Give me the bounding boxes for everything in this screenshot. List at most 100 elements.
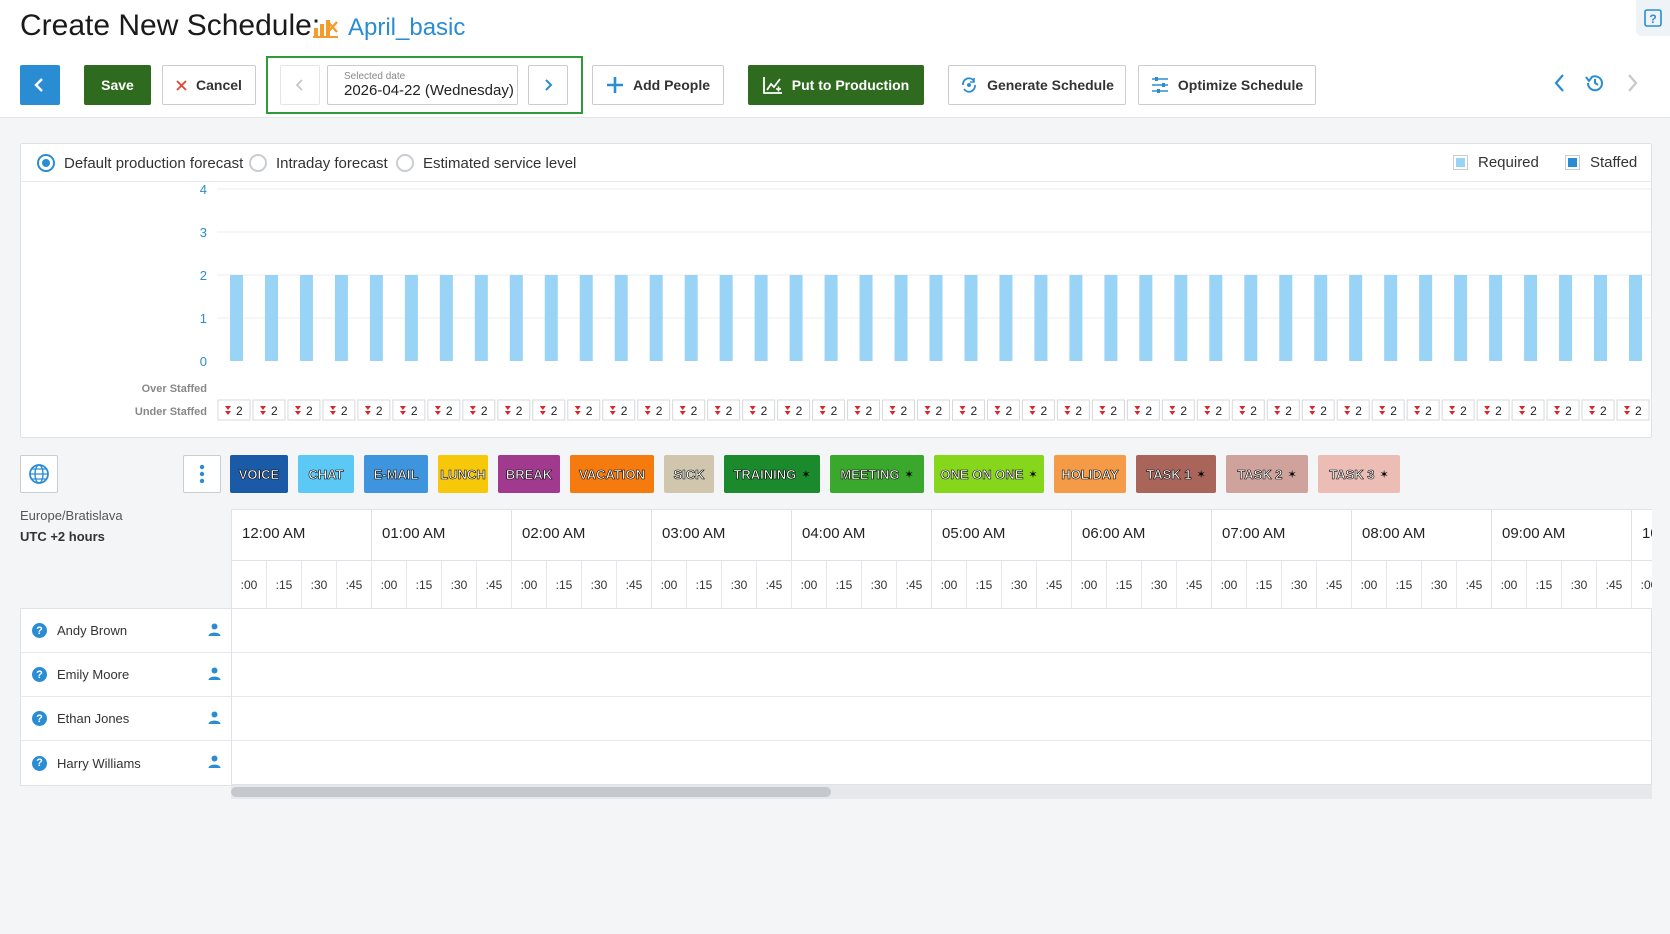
- question-badge-icon[interactable]: ?: [32, 667, 47, 682]
- help-button[interactable]: ?: [1636, 0, 1670, 36]
- activity-chip-lunch[interactable]: LUNCH: [438, 455, 488, 493]
- more-options-button[interactable]: [183, 455, 221, 493]
- put-to-production-button[interactable]: Put to Production: [748, 65, 924, 105]
- activity-chip-meeting[interactable]: MEETING ✶: [830, 455, 924, 493]
- required-bar: [439, 275, 453, 361]
- scrollbar-thumb[interactable]: [231, 787, 831, 797]
- radio-estimated-service-level[interactable]: Estimated service level: [396, 154, 576, 172]
- add-people-button[interactable]: Add People: [592, 65, 724, 105]
- timezone-offset: UTC +2 hours: [20, 529, 105, 544]
- under-staffed-cell: [1511, 399, 1545, 421]
- selected-date-field[interactable]: Selected date 2026-04-22 (Wednesday): [327, 65, 518, 105]
- legend-required-label: Required: [1478, 154, 1539, 171]
- under-staffed-cell: [1126, 399, 1160, 421]
- under-staffed-value: 2: [901, 404, 908, 418]
- activity-chip-training[interactable]: TRAINING ✶: [724, 455, 820, 493]
- horizontal-scrollbar[interactable]: [231, 785, 1652, 799]
- quarter-label: :30: [582, 561, 617, 608]
- hour-label: 02:00 AM: [512, 510, 652, 561]
- activity-label: TASK 1: [1146, 466, 1192, 482]
- under-staffed-value: 2: [1530, 404, 1537, 418]
- activity-chip-vacation[interactable]: VACATION: [570, 455, 654, 493]
- under-staffed-value: 2: [1390, 404, 1397, 418]
- under-staffed-cell: [1231, 399, 1265, 421]
- person-icon[interactable]: [208, 711, 221, 724]
- activity-chip-sick[interactable]: SICK: [664, 455, 714, 493]
- people-list: ? Andy Brown? Emily Moore? Ethan Jones? Harr…: [20, 608, 232, 786]
- cancel-button[interactable]: Cancel: [162, 65, 256, 105]
- required-bar: [754, 275, 768, 361]
- grid-row[interactable]: [232, 653, 1651, 697]
- person-row[interactable]: ? Emily Moore: [21, 653, 232, 697]
- hour-label: 01:00 AM: [372, 510, 512, 561]
- quarter-label: :00: [512, 561, 547, 608]
- schedule-grid[interactable]: [231, 608, 1652, 785]
- activity-chip-break[interactable]: BREAK: [498, 455, 560, 493]
- under-staffed-value: 2: [1145, 404, 1152, 418]
- activity-chip-chat[interactable]: CHAT: [298, 455, 354, 493]
- person-row[interactable]: ? Andy Brown: [21, 609, 232, 653]
- required-bar: [404, 275, 418, 361]
- quarter-label: :00: [1072, 561, 1107, 608]
- back-button[interactable]: [20, 65, 60, 105]
- under-staffed-value: 2: [446, 404, 453, 418]
- required-bar: [684, 275, 698, 361]
- under-staffed-value: 2: [691, 404, 698, 418]
- hour-label: 10:00 AM: [1632, 510, 1652, 561]
- under-staffed-cell: [322, 399, 356, 421]
- required-bar: [1104, 275, 1118, 361]
- radio-intraday-forecast[interactable]: Intraday forecast: [249, 154, 388, 172]
- y-tick-label: 0: [200, 354, 207, 369]
- person-icon[interactable]: [208, 667, 221, 680]
- svg-text:?: ?: [1649, 12, 1656, 26]
- activity-label: VOICE: [238, 466, 280, 482]
- grid-row[interactable]: [232, 697, 1651, 741]
- required-bar: [1034, 275, 1048, 361]
- grid-row[interactable]: [232, 741, 1651, 785]
- person-row[interactable]: ? Harry Williams: [21, 741, 232, 785]
- activity-chip-task-3[interactable]: TASK 3 ✶: [1318, 455, 1400, 493]
- grid-row[interactable]: [232, 609, 1651, 653]
- quarter-label: :15: [1387, 561, 1422, 608]
- previous-date-button[interactable]: [280, 65, 320, 105]
- under-staffed-value: 2: [1250, 404, 1257, 418]
- under-staffed-value: 2: [1425, 404, 1432, 418]
- radio-default-production-forecast[interactable]: Default production forecast: [37, 154, 243, 172]
- refresh-gear-icon: [962, 77, 976, 93]
- required-bar: [1419, 275, 1433, 361]
- activity-chip-task-2[interactable]: TASK 2 ✶: [1226, 455, 1308, 493]
- quarter-label: :00: [372, 561, 407, 608]
- person-row[interactable]: ? Ethan Jones: [21, 697, 232, 741]
- add-people-label: Add People: [632, 77, 710, 93]
- activity-chip-task-1[interactable]: TASK 1 ✶: [1136, 455, 1216, 493]
- under-staffed-cell: [1336, 399, 1370, 421]
- under-staffed-cell: [357, 399, 391, 421]
- close-icon: [176, 79, 187, 91]
- activity-chip-one-on-one[interactable]: ONE ON ONE ✶: [934, 455, 1044, 493]
- question-badge-icon[interactable]: ?: [32, 623, 47, 638]
- save-button[interactable]: Save: [84, 65, 151, 105]
- history-icon[interactable]: [1584, 72, 1606, 94]
- person-icon[interactable]: [208, 623, 221, 636]
- under-staffed-cell: [1371, 399, 1405, 421]
- under-staffed-cell: [532, 399, 566, 421]
- legend-staffed[interactable]: Staffed: [1565, 154, 1637, 171]
- history-forward-icon[interactable]: [1624, 72, 1640, 94]
- history-back-icon[interactable]: [1552, 72, 1568, 94]
- activity-chip-holiday[interactable]: HOLIDAY: [1054, 455, 1126, 493]
- date-field-value: 2026-04-22 (Wednesday): [344, 82, 514, 99]
- legend-required[interactable]: Required: [1453, 154, 1539, 171]
- person-name: Harry Williams: [57, 755, 141, 771]
- question-badge-icon[interactable]: ?: [32, 711, 47, 726]
- under-staffed-cell: [707, 399, 741, 421]
- next-date-button[interactable]: [528, 65, 568, 105]
- pin-icon: ✶: [1379, 468, 1389, 481]
- timezone-button[interactable]: [20, 455, 58, 493]
- pin-icon: ✶: [801, 468, 811, 481]
- person-icon[interactable]: [208, 755, 221, 768]
- generate-schedule-button[interactable]: Generate Schedule: [948, 65, 1126, 105]
- activity-chip-e-mail[interactable]: E-MAIL: [364, 455, 428, 493]
- optimize-schedule-button[interactable]: Optimize Schedule: [1138, 65, 1316, 105]
- activity-chip-voice[interactable]: VOICE: [230, 455, 288, 493]
- question-badge-icon[interactable]: ?: [32, 755, 47, 771]
